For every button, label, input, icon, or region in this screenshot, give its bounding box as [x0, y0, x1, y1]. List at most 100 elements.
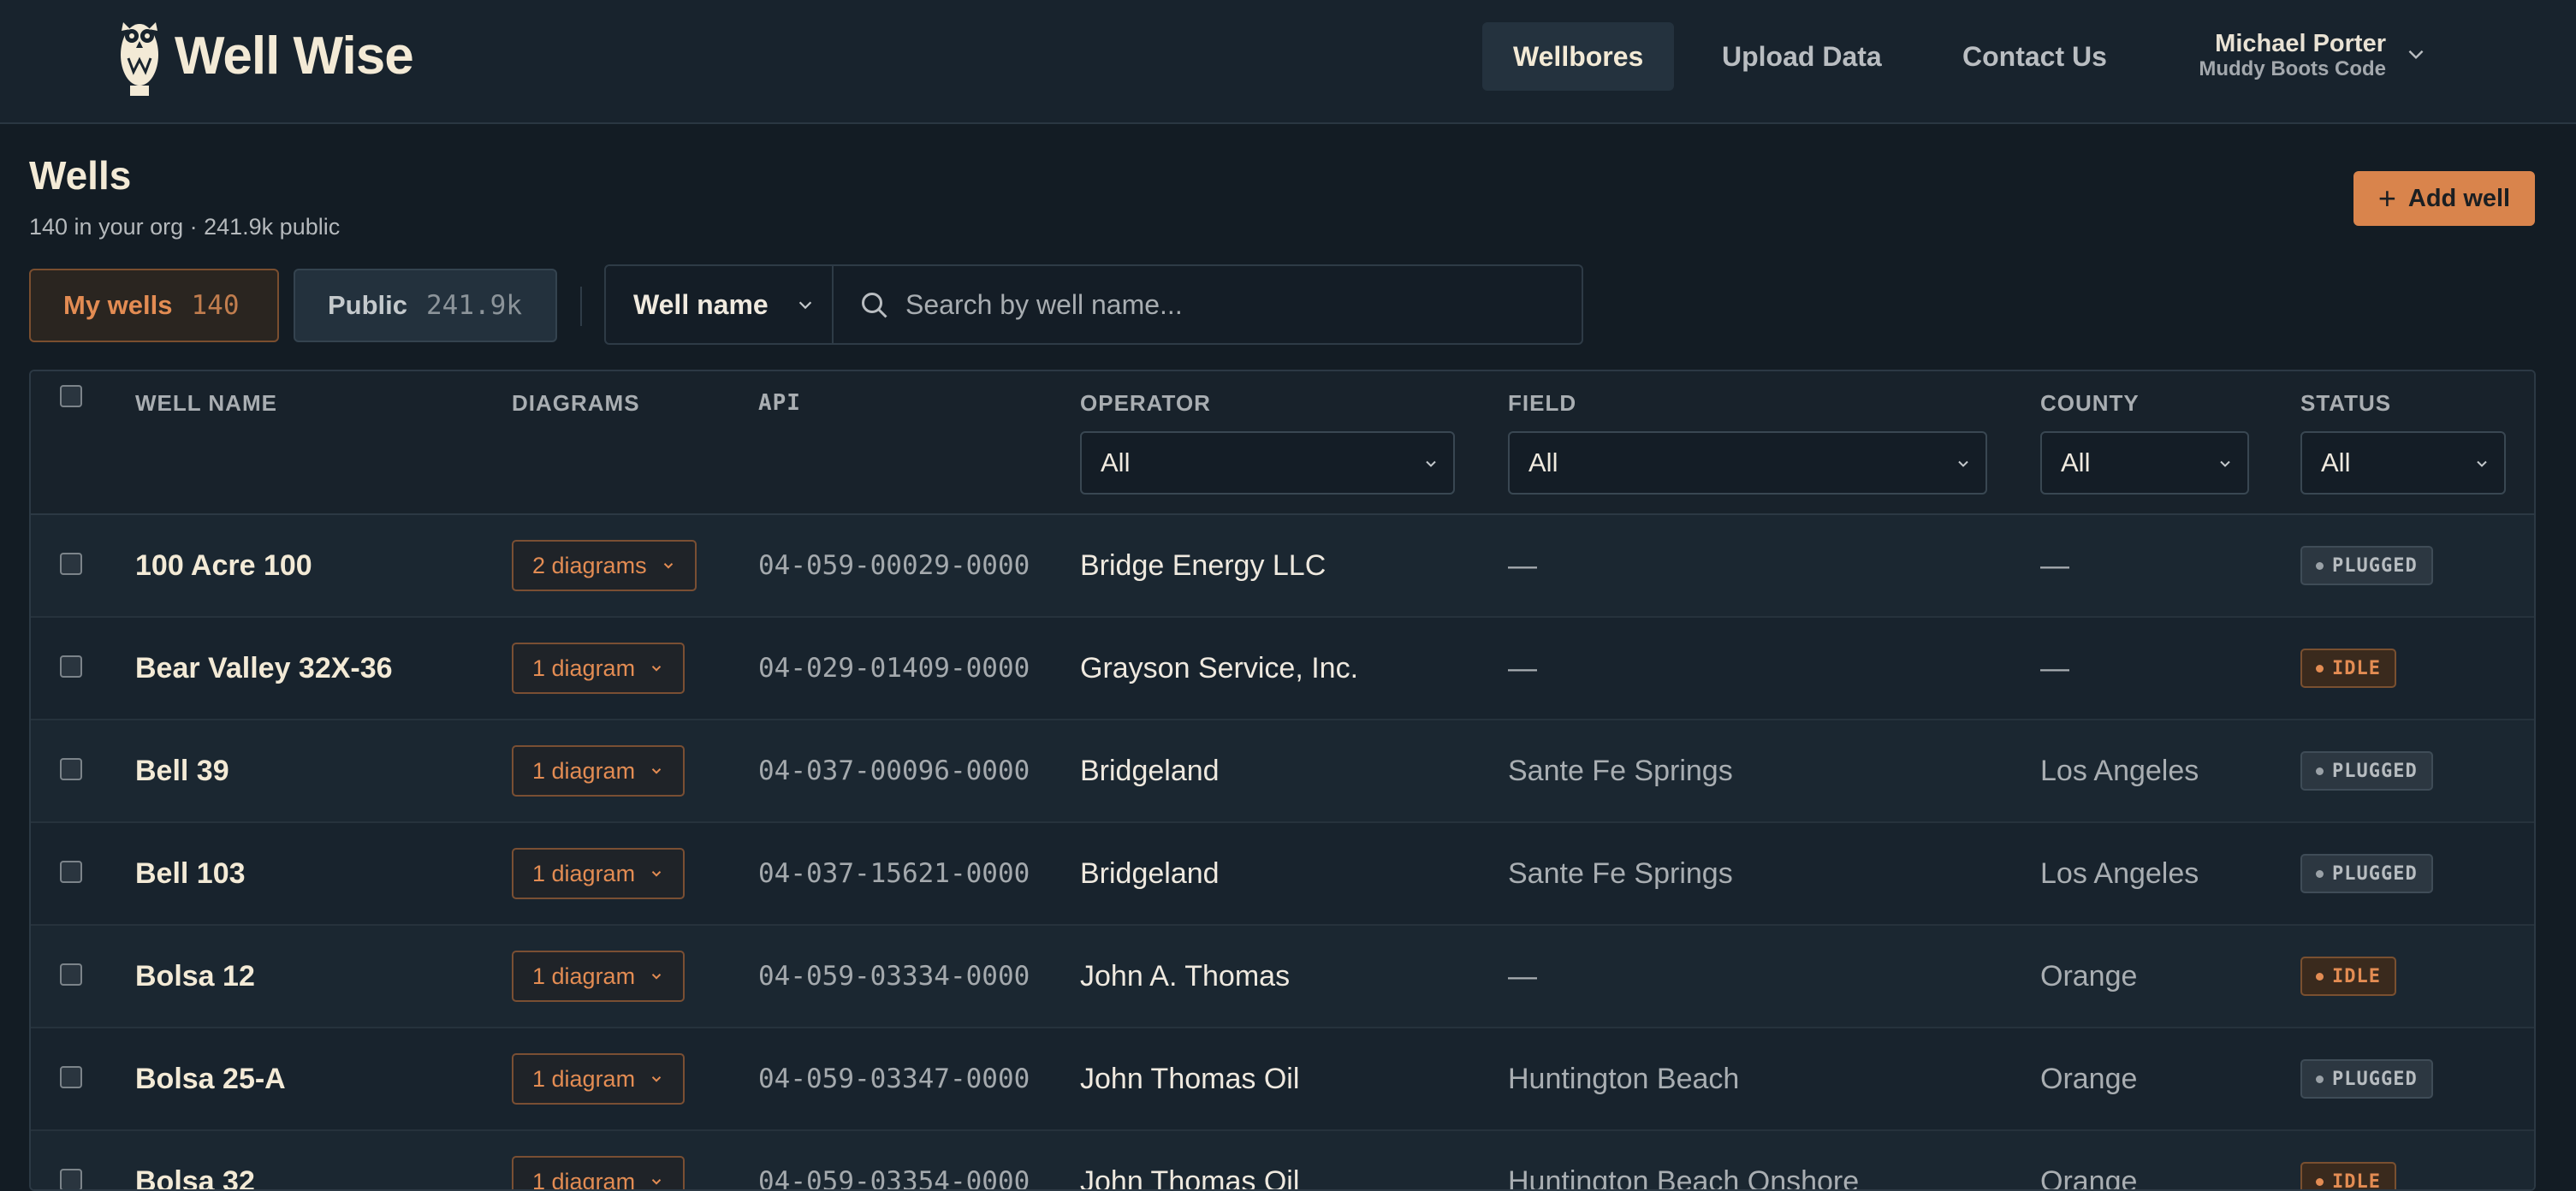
- row-checkbox[interactable]: [60, 963, 82, 986]
- diagrams-count: 1 diagram: [532, 1169, 635, 1191]
- county-name: Orange: [2040, 1165, 2137, 1191]
- field-name: Sante Fe Springs: [1508, 857, 1733, 891]
- county-name: —: [2040, 549, 2069, 583]
- row-checkbox[interactable]: [60, 758, 82, 780]
- operator-name: Bridge Energy LLC: [1080, 549, 1326, 583]
- nav-contact-us[interactable]: Contact Us: [1932, 22, 2138, 91]
- row-checkbox[interactable]: [60, 1169, 82, 1191]
- filter-divider: [580, 287, 582, 326]
- select-all-checkbox[interactable]: [60, 385, 82, 407]
- search-field-label: Well name: [633, 289, 769, 321]
- my-wells-count: 140: [192, 290, 240, 321]
- operator-filter-select[interactable]: All: [1080, 431, 1455, 495]
- row-checkbox[interactable]: [60, 1066, 82, 1088]
- diagrams-count: 1 diagram: [532, 758, 635, 785]
- diagrams-dropdown-button[interactable]: 1 diagram: [512, 1156, 685, 1191]
- page-subtitle: 140 in your org · 241.9k public: [29, 214, 340, 240]
- diagrams-count: 1 diagram: [532, 655, 635, 682]
- county-name: Orange: [2040, 1063, 2137, 1096]
- add-well-button[interactable]: + Add well: [2353, 171, 2535, 226]
- county-name: Orange: [2040, 960, 2137, 993]
- county-name: —: [2040, 652, 2069, 685]
- well-name-link[interactable]: Bell 103: [135, 857, 246, 891]
- diagrams-count: 2 diagrams: [532, 553, 647, 579]
- chevron-down-icon: [649, 1071, 664, 1087]
- nav-wellbores[interactable]: Wellbores: [1482, 22, 1674, 91]
- chevron-down-icon: [649, 763, 664, 779]
- status-filter-select[interactable]: All: [2300, 431, 2506, 495]
- row-checkbox[interactable]: [60, 655, 82, 678]
- county-filter-select[interactable]: All: [2040, 431, 2249, 495]
- status-label: PLUGGED: [2332, 555, 2418, 577]
- api-number: 04-059-03347-0000: [758, 1064, 1030, 1094]
- status-label: PLUGGED: [2332, 1069, 2418, 1090]
- table-row[interactable]: Bolsa 121 diagram04-059-03334-0000John A…: [31, 926, 2534, 1028]
- table-row[interactable]: Bolsa 25-A1 diagram04-059-03347-0000John…: [31, 1028, 2534, 1131]
- operator-name: Bridgeland: [1080, 755, 1220, 788]
- chevron-down-icon[interactable]: [2405, 43, 2427, 65]
- field-name: —: [1508, 960, 1537, 993]
- search-icon: [859, 290, 890, 321]
- table-row[interactable]: Bell 1031 diagram04-037-15621-0000Bridge…: [31, 823, 2534, 926]
- well-name-link[interactable]: Bear Valley 32X-36: [135, 652, 393, 685]
- user-menu[interactable]: Michael Porter Muddy Boots Code: [2191, 29, 2386, 80]
- logo[interactable]: Well Wise: [115, 10, 413, 101]
- status-filter-value: All: [2321, 447, 2350, 478]
- status-label: PLUGGED: [2332, 761, 2418, 782]
- status-dot-icon: [2316, 1178, 2324, 1186]
- operator-name: Grayson Service, Inc.: [1080, 652, 1358, 685]
- tab-public[interactable]: Public 241.9k: [294, 269, 557, 342]
- column-header-operator: OPERATOR: [1080, 390, 1211, 417]
- search-input[interactable]: [905, 275, 1564, 335]
- status-dot-icon: [2316, 1075, 2324, 1083]
- user-org: Muddy Boots Code: [2191, 58, 2386, 80]
- table-row[interactable]: Bell 391 diagram04-037-00096-0000Bridgel…: [31, 720, 2534, 823]
- well-name-link[interactable]: Bell 39: [135, 755, 229, 788]
- nav-upload-data[interactable]: Upload Data: [1691, 22, 1913, 91]
- field-filter-select[interactable]: All: [1508, 431, 1987, 495]
- status-label: PLUGGED: [2332, 863, 2418, 885]
- search-field-select[interactable]: Well name: [606, 266, 834, 343]
- table-row[interactable]: 100 Acre 100 2 diagrams 04-059-00029-0000 B…: [31, 515, 2534, 618]
- my-wells-label: My wells: [63, 290, 173, 321]
- add-well-label: Add well: [2408, 185, 2510, 213]
- row-checkbox[interactable]: [60, 553, 82, 575]
- well-name-link[interactable]: Bolsa 25-A: [135, 1063, 286, 1096]
- diagrams-count: 1 diagram: [532, 861, 635, 887]
- diagrams-count: 1 diagram: [532, 963, 635, 990]
- status-badge: PLUGGED: [2300, 854, 2433, 893]
- row-checkbox[interactable]: [60, 861, 82, 883]
- table-row[interactable]: Bolsa 321 diagram04-059-03354-0000John T…: [31, 1131, 2534, 1191]
- well-name-link[interactable]: Bolsa 12: [135, 960, 255, 993]
- chevron-down-icon: [1422, 455, 1439, 472]
- tab-my-wells[interactable]: My wells 140: [29, 269, 279, 342]
- api-number: 04-059-00029-0000: [758, 550, 1030, 581]
- chevron-down-icon: [2473, 455, 2490, 472]
- public-count: 241.9k: [426, 290, 522, 321]
- operator-name: John A. Thomas: [1080, 960, 1290, 993]
- chevron-down-icon: [796, 295, 815, 314]
- field-filter-value: All: [1528, 447, 1558, 478]
- well-name-link[interactable]: Bolsa 32: [135, 1165, 255, 1191]
- column-header-well-name[interactable]: WELL NAME: [135, 390, 277, 417]
- county-name: Los Angeles: [2040, 755, 2199, 788]
- diagrams-dropdown-button[interactable]: 2 diagrams: [512, 540, 697, 591]
- diagrams-dropdown-button[interactable]: 1 diagram: [512, 643, 685, 694]
- well-name-link[interactable]: 100 Acre 100: [135, 549, 312, 583]
- county-name: Los Angeles: [2040, 857, 2199, 891]
- table-row[interactable]: Bear Valley 32X-361 diagram04-029-01409-…: [31, 618, 2534, 720]
- diagrams-dropdown-button[interactable]: 1 diagram: [512, 1053, 685, 1105]
- status-dot-icon: [2316, 870, 2324, 878]
- diagrams-dropdown-button[interactable]: 1 diagram: [512, 951, 685, 1002]
- chevron-down-icon: [649, 661, 664, 676]
- diagrams-dropdown-button[interactable]: 1 diagram: [512, 848, 685, 899]
- chevron-down-icon: [649, 866, 664, 881]
- api-number: 04-059-03354-0000: [758, 1166, 1030, 1191]
- field-name: Sante Fe Springs: [1508, 755, 1733, 788]
- public-label: Public: [328, 290, 407, 321]
- operator-name: Bridgeland: [1080, 857, 1220, 891]
- column-header-api: API: [758, 390, 801, 416]
- diagrams-dropdown-button[interactable]: 1 diagram: [512, 745, 685, 797]
- wells-table: WELL NAME DIAGRAMS API OPERATOR FIELD CO…: [29, 370, 2536, 1191]
- field-name: —: [1508, 652, 1537, 685]
